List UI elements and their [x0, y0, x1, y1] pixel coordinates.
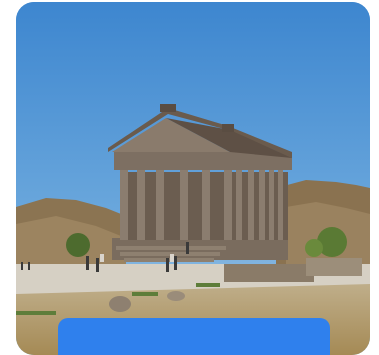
temple-photo — [16, 2, 370, 355]
primary-action-button[interactable] — [58, 318, 330, 355]
image-card[interactable] — [16, 2, 370, 355]
